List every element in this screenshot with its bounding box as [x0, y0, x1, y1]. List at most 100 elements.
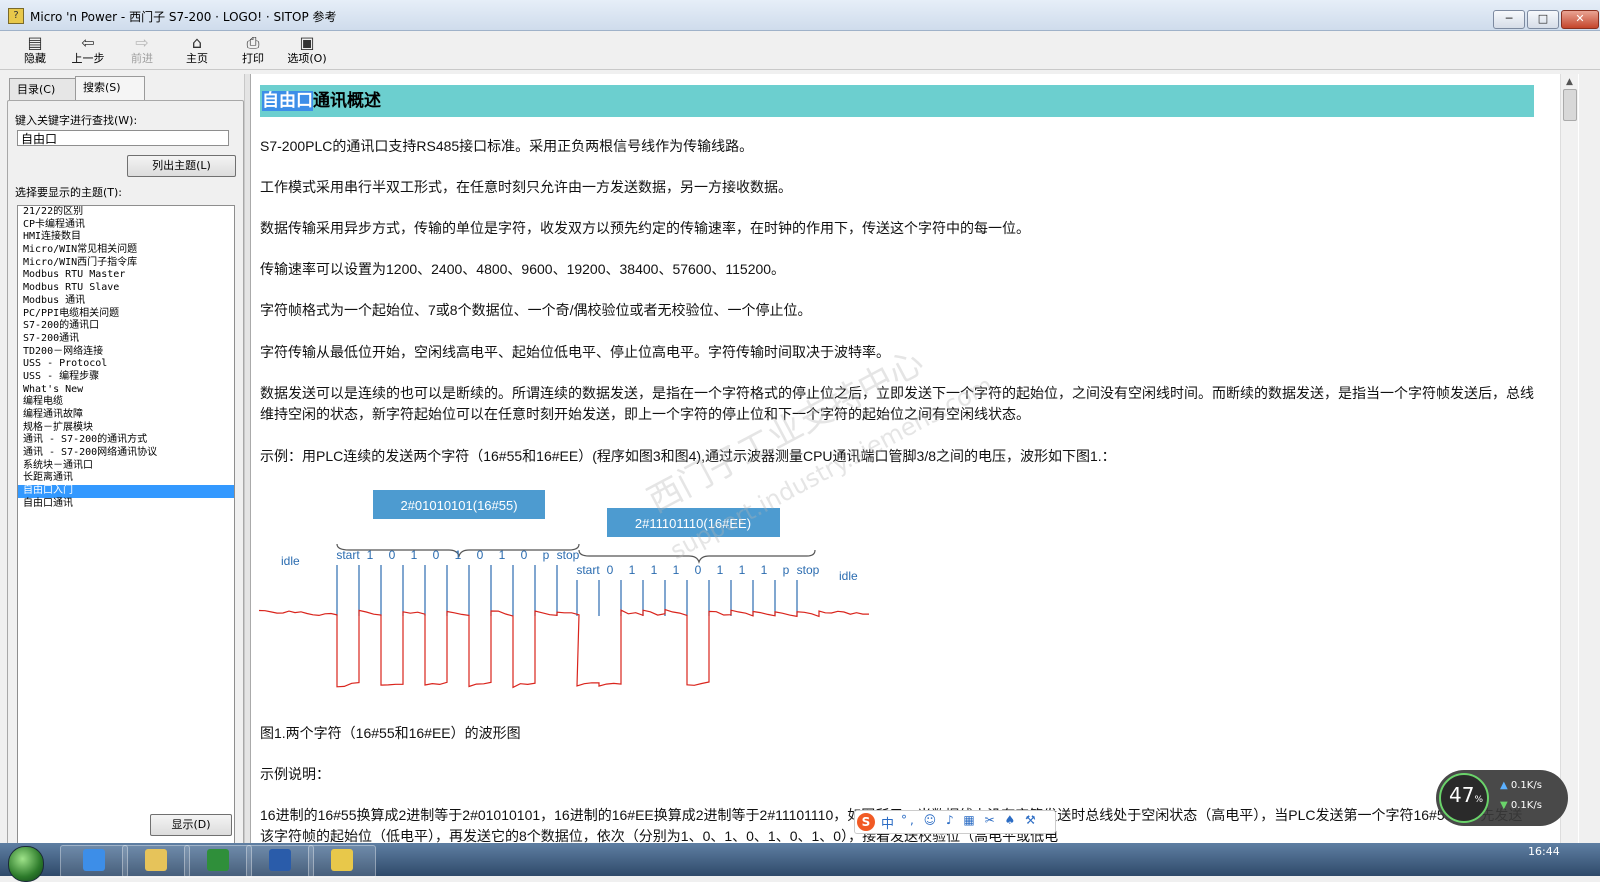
- char1-label: 2#01010101(16#55): [400, 498, 517, 513]
- topic-list-item[interactable]: What's New: [18, 384, 234, 397]
- maximize-button[interactable]: □: [1527, 10, 1559, 29]
- taskbar-app-excel[interactable]: [184, 845, 252, 878]
- topic-list-item[interactable]: CP卡编程通讯: [18, 219, 234, 232]
- ime-tool-icons[interactable]: °, ☺ ♪ ▦ ✂ ♠ ⚒: [901, 813, 1039, 827]
- topic-list-item[interactable]: S7-200的通讯口: [18, 320, 234, 333]
- bit-label: stop: [797, 563, 820, 577]
- topic-list-item[interactable]: 21/22的区别: [18, 206, 234, 219]
- topic-list-item[interactable]: 通讯 - S7-200网络通讯协议: [18, 447, 234, 460]
- keyword-label: 键入关键字进行查找(W):: [15, 112, 137, 128]
- topic-list[interactable]: 21/22的区别 CP卡编程通讯 HMI连接数目 Micro/WIN常见相关问题 Mic…: [17, 205, 235, 849]
- topic-list-item[interactable]: 自由口通讯: [18, 498, 234, 511]
- minimize-button[interactable]: ─: [1493, 10, 1525, 29]
- topic-list-item[interactable]: 系统块－通讯口: [18, 460, 234, 473]
- select-topic-label: 选择要显示的主题(T):: [15, 184, 122, 200]
- word-icon: [269, 849, 291, 871]
- topic-list-item[interactable]: USS - Protocol: [18, 358, 234, 371]
- upload-rate-value: 0.1K/s: [1511, 780, 1542, 791]
- topic-list-item[interactable]: TD200－网络连接: [18, 346, 234, 359]
- start-button[interactable]: [8, 846, 44, 882]
- tab-search[interactable]: 搜索(S): [75, 76, 145, 101]
- topic-list-item[interactable]: Modbus RTU Slave: [18, 282, 234, 295]
- download-rate-value: 0.1K/s: [1511, 800, 1542, 811]
- network-speed-widget[interactable]: 47% ▲ 0.1K/s ▼ 0.1K/s: [1436, 770, 1568, 826]
- bit-label: 1: [367, 548, 374, 562]
- home-label: 主页: [172, 52, 222, 66]
- taskbar-app-help[interactable]: [308, 845, 376, 878]
- download-arrow-icon: ▼: [1500, 800, 1508, 811]
- list-topics-button[interactable]: 列出主题(L): [127, 155, 236, 177]
- printer-icon: ⎙: [228, 33, 278, 52]
- forward-button[interactable]: ⇨ 前进: [117, 33, 167, 69]
- options-label: 选项(O): [282, 52, 332, 66]
- heading-text: 通讯概述: [313, 91, 381, 111]
- close-button[interactable]: ✕: [1561, 10, 1599, 29]
- folder-icon: [145, 849, 167, 871]
- scroll-thumb[interactable]: [1563, 89, 1577, 121]
- taskbar-app-word[interactable]: [246, 845, 314, 878]
- navigation-pane: 目录(C) 搜索(S) 键入关键字进行查找(W): 自由口 列出主题(L) 选择…: [3, 74, 244, 876]
- excel-icon: [207, 849, 229, 871]
- home-button[interactable]: ⌂ 主页: [172, 33, 222, 69]
- keyword-input[interactable]: 自由口: [17, 130, 229, 146]
- back-button[interactable]: ⇦ 上一步: [63, 33, 113, 69]
- taskbar: 16:44: [0, 843, 1600, 876]
- topic-list-item[interactable]: Modbus 通讯: [18, 295, 234, 308]
- topic-list-item[interactable]: 长距离通讯: [18, 472, 234, 485]
- sogou-logo-icon[interactable]: S: [857, 813, 875, 831]
- paragraph: 工作模式采用串行半双工形式，在任意时刻只允许由一方发送数据，另一方接收数据。: [260, 177, 1535, 198]
- paragraph: 字符传输从最低位开始，空闲线高电平、起始位低电平、停止位高电平。字符传输时间取决…: [260, 342, 1535, 363]
- download-rate: ▼ 0.1K/s: [1500, 800, 1542, 811]
- bit-label: 0: [521, 548, 528, 562]
- topic-list-item[interactable]: 编程电缆: [18, 396, 234, 409]
- topic-list-item[interactable]: HMI连接数目: [18, 231, 234, 244]
- show-button[interactable]: 显示(D): [150, 814, 232, 836]
- idle-label-right: idle: [839, 569, 858, 583]
- home-icon: ⌂: [172, 33, 222, 52]
- bit-label: 0: [477, 548, 484, 562]
- bit-label: 0: [695, 563, 702, 577]
- char2-brace: [579, 550, 815, 562]
- bit-label: 1: [673, 563, 680, 577]
- taskbar-clock[interactable]: 16:44: [1528, 845, 1560, 858]
- content-scrollbar[interactable]: ▲: [1560, 74, 1578, 876]
- upload-rate: ▲ 0.1K/s: [1500, 780, 1542, 791]
- hide-button[interactable]: ▤ 隐藏: [10, 33, 60, 69]
- bit-label: 1: [629, 563, 636, 577]
- topic-list-item[interactable]: Micro/WIN常见相关问题: [18, 244, 234, 257]
- topic-list-item[interactable]: USS - 编程步骤: [18, 371, 234, 384]
- print-button[interactable]: ⎙ 打印: [228, 33, 278, 69]
- title-bar: ? Micro 'n Power - 西门子 S7-200 · LOGO! · …: [0, 0, 1600, 31]
- tab-contents[interactable]: 目录(C): [9, 78, 80, 100]
- ime-toolbar[interactable]: S 中 °, ☺ ♪ ▦ ✂ ♠ ⚒: [854, 810, 1056, 834]
- paragraph: 示例：用PLC连续的发送两个字符（16#55和16#EE）(程序如图3和图4),…: [260, 446, 1535, 467]
- bit-label: 1: [411, 548, 418, 562]
- topic-list-item[interactable]: PC/PPI电缆相关问题: [18, 308, 234, 321]
- bit-label: 1: [739, 563, 746, 577]
- char2-label: 2#11101110(16#EE): [635, 516, 751, 531]
- help-app-icon: ?: [8, 8, 24, 24]
- options-icon: ▣: [282, 33, 332, 52]
- back-label: 上一步: [63, 52, 113, 66]
- ime-language-toggle[interactable]: 中: [881, 813, 894, 832]
- topic-content: 自由口通讯概述 S7-200PLC的通讯口支持RS485接口标准。采用正负两根信…: [250, 74, 1579, 876]
- topic-list-item[interactable]: Modbus RTU Master: [18, 269, 234, 282]
- topic-list-item[interactable]: 编程通讯故障: [18, 409, 234, 422]
- topic-list-item[interactable]: 规格－扩展模块: [18, 422, 234, 435]
- bit-label: 1: [651, 563, 658, 577]
- taskbar-app-ie[interactable]: [60, 845, 128, 878]
- paragraph: S7-200PLC的通讯口支持RS485接口标准。采用正负两根信号线作为传输线路…: [260, 136, 1535, 157]
- topic-list-item[interactable]: 通讯 - S7-200的通讯方式: [18, 434, 234, 447]
- topic-list-item[interactable]: S7-200通讯: [18, 333, 234, 346]
- bit-label: start: [576, 563, 600, 577]
- topic-list-item[interactable]: 自由口入门: [18, 485, 234, 498]
- options-button[interactable]: ▣ 选项(O): [282, 33, 332, 69]
- bit-label: 1: [761, 563, 768, 577]
- heading-search-highlight: 自由口: [262, 91, 313, 111]
- figure-caption: 图1.两个字符（16#55和16#EE）的波形图: [260, 723, 1535, 744]
- percent-unit: %: [1474, 795, 1483, 805]
- ie-icon: [83, 849, 105, 871]
- topic-list-item[interactable]: Micro/WIN西门子指令库: [18, 257, 234, 270]
- taskbar-app-explorer[interactable]: [122, 845, 190, 878]
- arrow-left-icon: ⇦: [63, 33, 113, 52]
